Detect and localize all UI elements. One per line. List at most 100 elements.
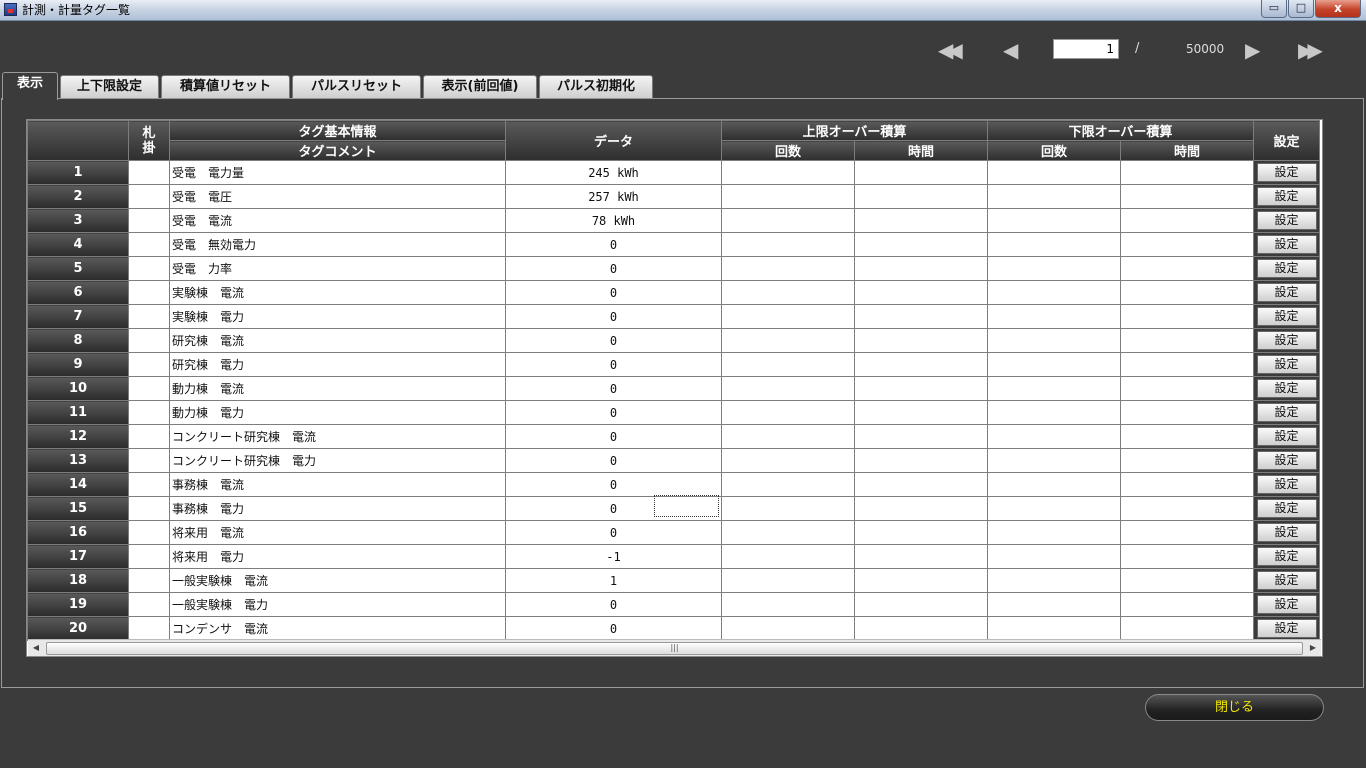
- upper-count-cell[interactable]: [721, 208, 855, 233]
- tab-pulse-init[interactable]: パルス初期化: [539, 75, 653, 98]
- set-button[interactable]: 設定: [1256, 619, 1317, 638]
- lower-count-cell[interactable]: [987, 400, 1121, 425]
- upper-count-cell[interactable]: [721, 400, 855, 425]
- set-button[interactable]: 設定: [1256, 187, 1317, 206]
- data-cell[interactable]: 78 kWh: [505, 208, 722, 233]
- set-button[interactable]: 設定: [1256, 571, 1317, 590]
- data-cell[interactable]: -1: [505, 544, 722, 569]
- data-cell[interactable]: 1: [505, 568, 722, 593]
- set-button[interactable]: 設定: [1256, 163, 1317, 182]
- tag-flag-cell[interactable]: [128, 256, 170, 281]
- upper-count-cell[interactable]: [721, 472, 855, 497]
- data-cell[interactable]: 0: [505, 448, 722, 473]
- close-button[interactable]: 閉じる: [1145, 694, 1324, 721]
- tag-flag-cell[interactable]: [128, 424, 170, 449]
- lower-count-cell[interactable]: [987, 232, 1121, 257]
- data-cell[interactable]: 257 kWh: [505, 184, 722, 209]
- lower-count-cell[interactable]: [987, 424, 1121, 449]
- lower-count-cell[interactable]: [987, 544, 1121, 569]
- set-button[interactable]: 設定: [1256, 283, 1317, 302]
- data-cell[interactable]: 0: [505, 472, 722, 497]
- lower-count-cell[interactable]: [987, 352, 1121, 377]
- tag-flag-cell[interactable]: [128, 280, 170, 305]
- upper-count-cell[interactable]: [721, 256, 855, 281]
- data-cell[interactable]: 0: [505, 520, 722, 545]
- lower-time-cell[interactable]: [1120, 592, 1254, 617]
- data-cell[interactable]: 0: [505, 232, 722, 257]
- upper-time-cell[interactable]: [854, 472, 988, 497]
- lower-time-cell[interactable]: [1120, 376, 1254, 401]
- close-window-button[interactable]: x: [1315, 0, 1361, 18]
- set-button[interactable]: 設定: [1256, 547, 1317, 566]
- lower-time-cell[interactable]: [1120, 616, 1254, 641]
- scroll-left-icon[interactable]: ◀: [28, 640, 44, 656]
- lower-time-cell[interactable]: [1120, 568, 1254, 593]
- lower-count-cell[interactable]: [987, 160, 1121, 185]
- tab-limit-settings[interactable]: 上下限設定: [60, 75, 159, 98]
- upper-time-cell[interactable]: [854, 616, 988, 641]
- last-page-icon[interactable]: ▶▶: [1298, 40, 1323, 60]
- tag-flag-cell[interactable]: [128, 160, 170, 185]
- lower-time-cell[interactable]: [1120, 520, 1254, 545]
- lower-count-cell[interactable]: [987, 496, 1121, 521]
- data-cell[interactable]: 0: [505, 256, 722, 281]
- set-button[interactable]: 設定: [1256, 331, 1317, 350]
- lower-time-cell[interactable]: [1120, 424, 1254, 449]
- upper-time-cell[interactable]: [854, 328, 988, 353]
- upper-time-cell[interactable]: [854, 496, 988, 521]
- data-cell[interactable]: 0: [505, 424, 722, 449]
- set-button[interactable]: 設定: [1256, 259, 1317, 278]
- prev-page-icon[interactable]: ◀: [1003, 40, 1019, 60]
- set-button[interactable]: 設定: [1256, 499, 1317, 518]
- upper-count-cell[interactable]: [721, 304, 855, 329]
- lower-time-cell[interactable]: [1120, 472, 1254, 497]
- upper-count-cell[interactable]: [721, 352, 855, 377]
- upper-time-cell[interactable]: [854, 256, 988, 281]
- upper-count-cell[interactable]: [721, 496, 855, 521]
- upper-time-cell[interactable]: [854, 448, 988, 473]
- upper-time-cell[interactable]: [854, 208, 988, 233]
- tag-flag-cell[interactable]: [128, 496, 170, 521]
- lower-count-cell[interactable]: [987, 448, 1121, 473]
- data-cell[interactable]: 0: [505, 304, 722, 329]
- upper-count-cell[interactable]: [721, 232, 855, 257]
- first-page-icon[interactable]: ◀◀: [938, 40, 963, 60]
- set-button[interactable]: 設定: [1256, 427, 1317, 446]
- lower-count-cell[interactable]: [987, 472, 1121, 497]
- next-page-icon[interactable]: ▶: [1245, 40, 1261, 60]
- upper-time-cell[interactable]: [854, 568, 988, 593]
- tag-flag-cell[interactable]: [128, 400, 170, 425]
- upper-count-cell[interactable]: [721, 520, 855, 545]
- lower-time-cell[interactable]: [1120, 400, 1254, 425]
- upper-time-cell[interactable]: [854, 352, 988, 377]
- lower-time-cell[interactable]: [1120, 280, 1254, 305]
- upper-time-cell[interactable]: [854, 232, 988, 257]
- lower-count-cell[interactable]: [987, 568, 1121, 593]
- set-button[interactable]: 設定: [1256, 403, 1317, 422]
- upper-count-cell[interactable]: [721, 568, 855, 593]
- horizontal-scrollbar[interactable]: ◀ ||| ▶: [28, 639, 1321, 656]
- set-button[interactable]: 設定: [1256, 475, 1317, 494]
- lower-time-cell[interactable]: [1120, 496, 1254, 521]
- maximize-button[interactable]: □: [1288, 0, 1314, 18]
- tab-display-previous[interactable]: 表示(前回値): [423, 75, 537, 98]
- tag-flag-cell[interactable]: [128, 232, 170, 257]
- upper-count-cell[interactable]: [721, 184, 855, 209]
- upper-time-cell[interactable]: [854, 160, 988, 185]
- tag-flag-cell[interactable]: [128, 208, 170, 233]
- upper-time-cell[interactable]: [854, 376, 988, 401]
- data-cell[interactable]: 0: [505, 352, 722, 377]
- tag-flag-cell[interactable]: [128, 184, 170, 209]
- lower-time-cell[interactable]: [1120, 208, 1254, 233]
- lower-count-cell[interactable]: [987, 592, 1121, 617]
- upper-time-cell[interactable]: [854, 424, 988, 449]
- tab-display[interactable]: 表示: [2, 72, 58, 100]
- lower-time-cell[interactable]: [1120, 184, 1254, 209]
- set-button[interactable]: 設定: [1256, 451, 1317, 470]
- set-button[interactable]: 設定: [1256, 307, 1317, 326]
- focused-cell[interactable]: [654, 495, 719, 517]
- lower-count-cell[interactable]: [987, 208, 1121, 233]
- data-cell[interactable]: 0: [505, 592, 722, 617]
- tag-flag-cell[interactable]: [128, 352, 170, 377]
- lower-time-cell[interactable]: [1120, 160, 1254, 185]
